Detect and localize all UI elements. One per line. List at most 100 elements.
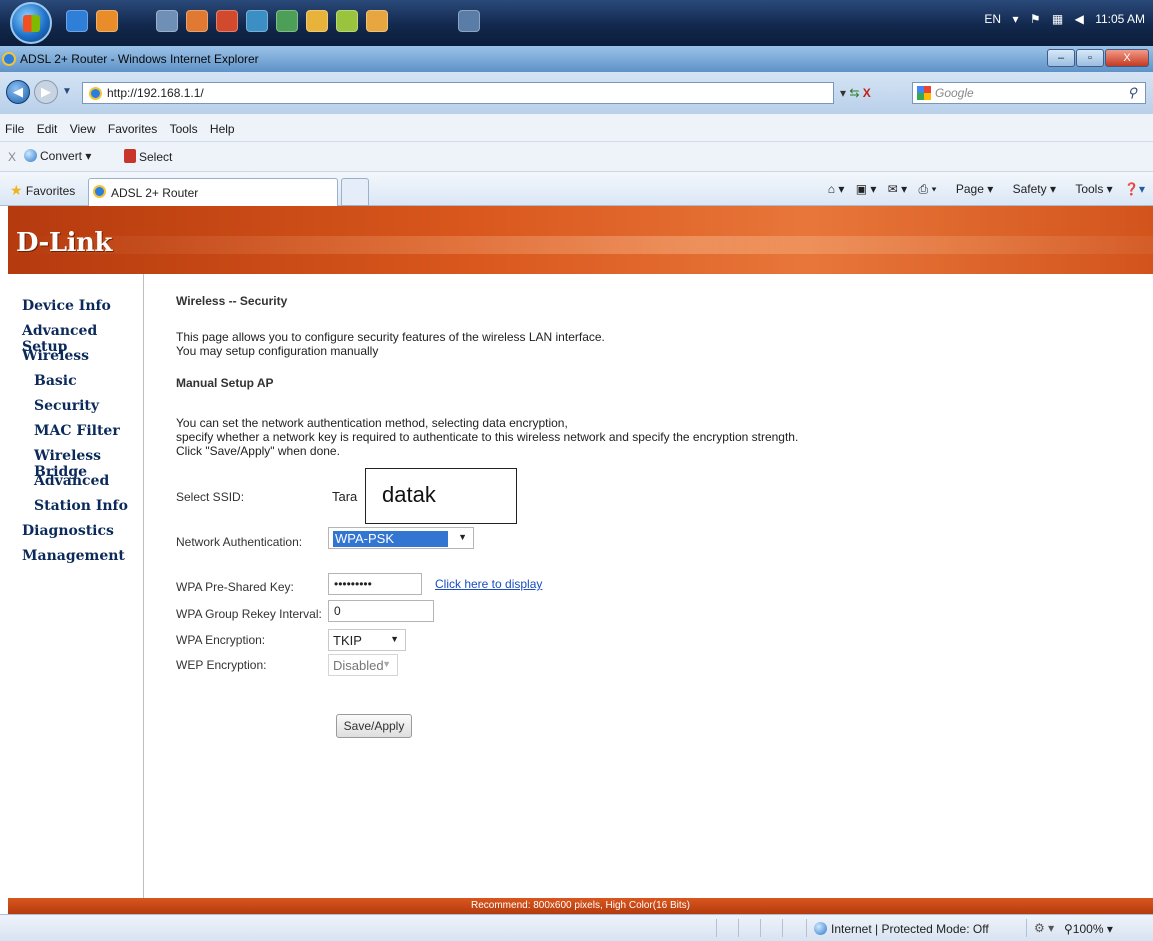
new-tab-button[interactable] bbox=[341, 178, 369, 206]
help-icon[interactable]: ❓▾ bbox=[1124, 182, 1145, 196]
menu-help[interactable]: Help bbox=[205, 114, 239, 136]
nav-wireless[interactable]: Wireless bbox=[22, 348, 89, 364]
windows-logo-icon bbox=[23, 15, 40, 32]
nav-diagnostics[interactable]: Diagnostics bbox=[22, 523, 114, 539]
search-input[interactable]: Google ⚲ bbox=[912, 82, 1146, 104]
ie-page-icon bbox=[93, 185, 106, 198]
zoom-control[interactable]: ⚲100% ▾ bbox=[1064, 922, 1113, 936]
ssid-annotation: datak bbox=[365, 468, 517, 524]
psk-input[interactable]: ••••••••• bbox=[328, 573, 422, 595]
zoom-level: 100% bbox=[1072, 922, 1104, 936]
ie-page-icon bbox=[89, 87, 102, 100]
language-indicator[interactable]: EN bbox=[984, 12, 1001, 26]
select-button[interactable]: Select bbox=[124, 149, 172, 164]
close-toolbar-icon[interactable]: X bbox=[8, 150, 16, 164]
app-quicklaunch-icon[interactable] bbox=[458, 10, 480, 32]
auth-label: Network Authentication: bbox=[176, 535, 303, 549]
nav-wireless-security[interactable]: Security bbox=[34, 398, 99, 414]
tab-title: ADSL 2+ Router bbox=[111, 186, 199, 200]
popup-blocker-icon[interactable]: ⚙ ▾ bbox=[1034, 921, 1054, 935]
wpa-encryption-label: WPA Encryption: bbox=[176, 633, 266, 647]
app-quicklaunch-icon[interactable] bbox=[96, 10, 118, 32]
auth-selected-value: WPA-PSK bbox=[333, 531, 448, 547]
nav-wireless-advanced[interactable]: Advanced bbox=[34, 473, 109, 489]
forward-button[interactable]: ▶ bbox=[34, 80, 58, 104]
feeds-icon[interactable]: ▣ ▾ bbox=[856, 182, 877, 196]
description-text: Click "Save/Apply" when done. bbox=[176, 444, 340, 458]
left-navigation: Device Info Advanced Setup Wireless Basi… bbox=[8, 274, 144, 898]
app-quicklaunch-icon[interactable] bbox=[246, 10, 268, 32]
chevron-down-icon[interactable]: ▾ bbox=[1012, 12, 1018, 26]
status-divider bbox=[760, 919, 761, 937]
menu-favorites[interactable]: Favorites bbox=[103, 114, 161, 136]
app-quicklaunch-icon[interactable] bbox=[186, 10, 208, 32]
nav-station-info[interactable]: Station Info bbox=[34, 498, 128, 514]
ssid-select[interactable]: Tara bbox=[328, 486, 368, 508]
nav-management[interactable]: Management bbox=[22, 548, 125, 564]
ie-icon bbox=[2, 52, 16, 66]
security-zone[interactable]: Internet | Protected Mode: Off bbox=[814, 922, 989, 936]
save-apply-button[interactable]: Save/Apply bbox=[336, 714, 412, 738]
window-controls: – ▫ X bbox=[1046, 49, 1149, 67]
app-quicklaunch-icon[interactable] bbox=[306, 10, 328, 32]
clock[interactable]: 11:05 AM bbox=[1095, 12, 1145, 26]
menu-file[interactable]: File bbox=[0, 114, 28, 136]
wep-encryption-select[interactable]: Disabled ▼ bbox=[328, 654, 398, 676]
search-placeholder: Google bbox=[935, 86, 974, 100]
menu-view[interactable]: View bbox=[65, 114, 100, 136]
maximize-button[interactable]: ▫ bbox=[1076, 49, 1104, 67]
network-icon[interactable]: ▦ bbox=[1052, 12, 1063, 26]
address-url: http://192.168.1.1/ bbox=[107, 86, 204, 100]
flag-icon[interactable]: ⚑ bbox=[1030, 12, 1041, 26]
globe-icon bbox=[814, 922, 827, 935]
rekey-label: WPA Group Rekey Interval: bbox=[176, 607, 322, 621]
app-quicklaunch-icon[interactable] bbox=[156, 10, 178, 32]
network-auth-select[interactable]: WPA-PSK ▼ bbox=[328, 527, 474, 549]
menu-bar: File Edit View Favorites Tools Help bbox=[0, 114, 1153, 142]
wpa-encryption-select[interactable]: TKIP ▼ bbox=[328, 629, 406, 651]
page-title: Wireless -- Security bbox=[176, 294, 288, 308]
chevron-down-icon[interactable]: ▾ bbox=[840, 86, 846, 100]
intro-text: You may setup configuration manually bbox=[176, 344, 379, 358]
speaker-icon[interactable]: ◀ bbox=[1075, 12, 1084, 26]
ie-quicklaunch-icon[interactable] bbox=[66, 10, 88, 32]
convert-icon bbox=[24, 149, 37, 162]
history-dropdown-icon[interactable]: ▼ bbox=[62, 86, 72, 97]
start-button[interactable] bbox=[10, 2, 52, 44]
google-icon bbox=[917, 86, 931, 100]
minimize-button[interactable]: – bbox=[1047, 49, 1075, 67]
windows-taskbar: EN ▾ ⚑ ▦ ◀ 11:05 AM bbox=[0, 0, 1153, 46]
page-menu[interactable]: Page ▾ bbox=[948, 182, 993, 196]
browser-tab[interactable]: ADSL 2+ Router bbox=[88, 178, 338, 206]
description-text: You can set the network authentication m… bbox=[176, 416, 568, 430]
app-quicklaunch-icon[interactable] bbox=[276, 10, 298, 32]
safety-menu[interactable]: Safety ▾ bbox=[1005, 182, 1056, 196]
rekey-input[interactable]: 0 bbox=[328, 600, 434, 622]
stop-icon[interactable]: X bbox=[863, 86, 871, 100]
favorites-bar: ★ Favorites ADSL 2+ Router ⌂ ▾ ▣ ▾ ✉ ▾ ⎙… bbox=[0, 172, 1153, 206]
wep-encryption-value: Disabled bbox=[333, 658, 384, 673]
main-content: Wireless -- Security This page allows yo… bbox=[144, 274, 1153, 898]
nav-mac-filter[interactable]: MAC Filter bbox=[34, 423, 120, 439]
tools-menu[interactable]: Tools ▾ bbox=[1067, 182, 1112, 196]
menu-tools[interactable]: Tools bbox=[165, 114, 202, 136]
display-key-link[interactable]: Click here to display bbox=[435, 577, 542, 591]
nav-wireless-basic[interactable]: Basic bbox=[34, 373, 77, 389]
nav-device-info[interactable]: Device Info bbox=[22, 298, 111, 314]
address-input[interactable]: http://192.168.1.1/ bbox=[82, 82, 834, 104]
search-icon[interactable]: ⚲ bbox=[1127, 85, 1137, 101]
app-quicklaunch-icon[interactable] bbox=[336, 10, 358, 32]
mail-icon[interactable]: ✉ ▾ bbox=[888, 182, 907, 196]
back-button[interactable]: ◀ bbox=[6, 80, 30, 104]
favorites-button[interactable]: ★ Favorites bbox=[10, 182, 75, 199]
home-icon[interactable]: ⌂ ▾ bbox=[828, 182, 845, 196]
print-icon[interactable]: ⎙ ▾ bbox=[919, 182, 937, 196]
close-button[interactable]: X bbox=[1105, 49, 1149, 67]
convert-button[interactable]: Convert ▾ bbox=[24, 149, 91, 163]
intro-text: This page allows you to configure securi… bbox=[176, 330, 605, 344]
app-quicklaunch-icon[interactable] bbox=[216, 10, 238, 32]
refresh-icon[interactable]: ⇆ bbox=[849, 86, 859, 100]
ssid-label: Select SSID: bbox=[176, 490, 245, 504]
menu-edit[interactable]: Edit bbox=[32, 114, 62, 136]
app-quicklaunch-icon[interactable] bbox=[366, 10, 388, 32]
